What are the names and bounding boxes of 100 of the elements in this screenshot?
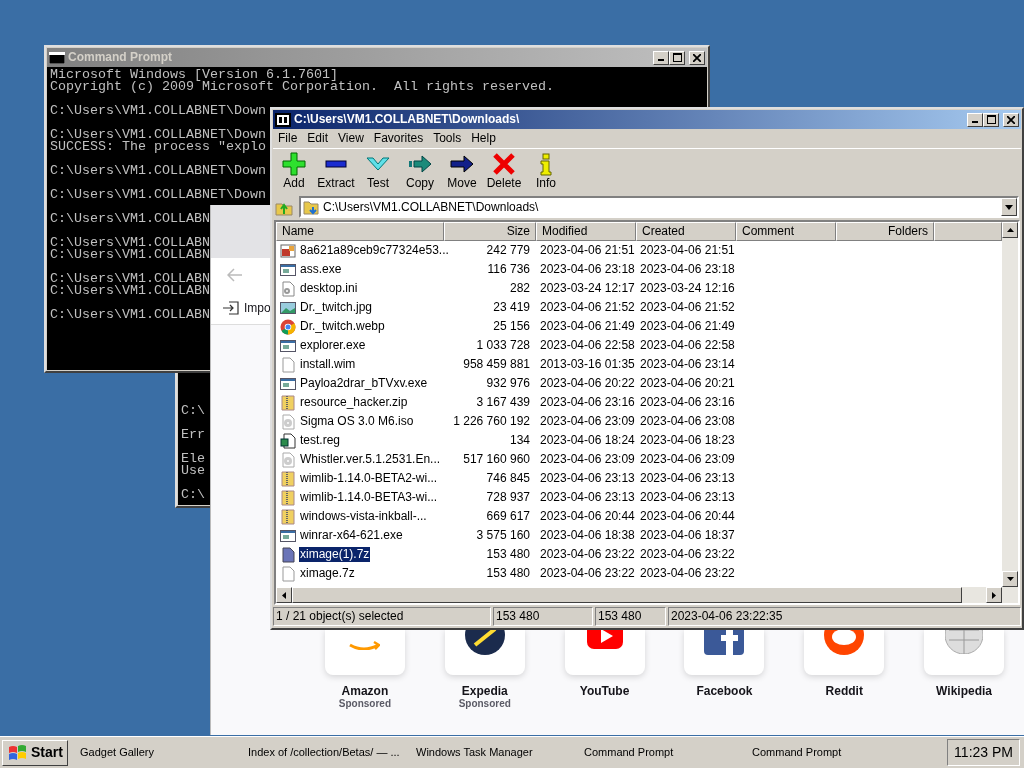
file-name[interactable]: test.reg	[299, 433, 342, 448]
menu-item[interactable]: Edit	[302, 131, 334, 146]
taskbar-item[interactable]: Gadget Gallery	[76, 739, 244, 766]
date-cell: 2023-04-06 22:58	[540, 338, 635, 353]
file-name[interactable]: resource_hacker.zip	[299, 395, 409, 410]
toolbar-button[interactable]: Extract	[315, 152, 357, 191]
menu-item[interactable]: View	[333, 131, 369, 146]
taskbar-item[interactable]: Command Prompt	[580, 739, 748, 766]
file-name[interactable]: 8a621a89ceb9c77324e53...	[299, 243, 450, 258]
file-name[interactable]: windows-vista-inkball-...	[299, 509, 428, 524]
shortcut-tile[interactable]	[564, 629, 645, 675]
date-cell: 2023-04-06 23:13	[640, 471, 735, 486]
date-cell: 2023-04-06 21:49	[540, 319, 635, 334]
console-line: Copyright (c) 2009 Microsoft Corporation. All rights reserved.	[50, 81, 554, 93]
file-name[interactable]: Payloa2drar_bTVxv.exe	[299, 376, 429, 391]
menu-item[interactable]: Favorites	[368, 131, 429, 146]
date-cell: 2023-04-06 23:14	[640, 357, 735, 372]
column-header[interactable]: Comment	[736, 222, 836, 241]
blank-file-icon	[280, 565, 296, 582]
shortcut-tile[interactable]	[924, 629, 1005, 675]
file-size: 746 845	[486, 471, 530, 486]
file-name[interactable]: Dr._twitch.webp	[299, 319, 386, 334]
menu-item[interactable]: File	[273, 131, 303, 146]
file-name[interactable]: winrar-x64-621.exe	[299, 528, 404, 543]
left-arrow-icon	[282, 591, 286, 599]
file-name[interactable]: ximage(1).7z	[299, 547, 371, 562]
smile-arrow-icon	[349, 640, 381, 650]
date-cell: 2023-04-06 23:09	[540, 452, 635, 467]
minimize-button[interactable]	[653, 50, 669, 65]
toolbar-button[interactable]: Delete	[483, 152, 525, 191]
import-icon	[223, 301, 239, 315]
file-name[interactable]: wimlib-1.14.0-BETA2-wi...	[299, 471, 439, 486]
menu-item[interactable]: Tools	[428, 131, 467, 146]
scroll-down-button[interactable]	[1002, 571, 1018, 587]
date-cell: 2023-04-06 23:13	[540, 471, 635, 486]
bookmark-link[interactable]: Impo	[223, 300, 271, 316]
scroll-right-button[interactable]	[986, 587, 1002, 603]
maximize-icon	[986, 115, 996, 124]
date-cell: 2023-04-06 21:49	[640, 319, 735, 334]
close-button[interactable]	[689, 50, 705, 65]
date-cell: 2023-04-06 23:22	[540, 566, 635, 581]
column-header[interactable]: Size	[444, 222, 536, 241]
toolbar-button[interactable]: Move	[441, 152, 483, 191]
caret-icon	[1005, 204, 1013, 210]
clock: 11:23 PM	[947, 739, 1020, 766]
close-icon	[693, 53, 701, 62]
address-field[interactable]: C:\Users\VM1.COLLABNET\Downloads\	[299, 196, 1019, 218]
scroll-up-button[interactable]	[1002, 222, 1018, 238]
file-name[interactable]: Whistler.ver.5.1.2531.En...	[299, 452, 442, 467]
toolbar-button[interactable]: Info	[525, 152, 567, 191]
maximize-button[interactable]	[669, 50, 685, 65]
file-name[interactable]: wimlib-1.14.0-BETA3-wi...	[299, 490, 439, 505]
minimize-icon	[972, 120, 978, 123]
dropdown-button[interactable]	[1001, 198, 1017, 216]
shortcut-tile[interactable]	[804, 629, 885, 675]
disc-file-icon	[280, 451, 296, 468]
column-header[interactable]: Modified	[536, 222, 636, 241]
shortcut-tile[interactable]	[444, 629, 525, 675]
toolbar-button[interactable]: Test	[357, 152, 399, 191]
taskbar-item[interactable]: Command Prompt	[748, 739, 916, 766]
file-name[interactable]: desktop.ini	[299, 281, 359, 296]
maximize-icon	[672, 53, 682, 62]
date-cell: 2023-04-06 23:13	[640, 490, 735, 505]
column-header[interactable]: Created	[636, 222, 736, 241]
file-name[interactable]: Dr._twitch.jpg	[299, 300, 374, 315]
file-name[interactable]: Sigma OS 3.0 M6.iso	[299, 414, 415, 429]
file-size: 3 167 439	[476, 395, 530, 410]
toolbar-button[interactable]: Copy	[399, 152, 441, 191]
disc-file-icon	[280, 413, 296, 430]
date-cell: 2023-04-06 23:16	[540, 395, 635, 410]
date-cell: 2023-04-06 18:37	[640, 528, 735, 543]
column-header[interactable]: Name	[276, 222, 444, 241]
shortcut-title: Amazon	[341, 684, 389, 699]
console-line: C:\	[181, 489, 205, 501]
scroll-left-button[interactable]	[276, 587, 292, 603]
maximize-button[interactable]	[983, 112, 999, 127]
right-arrow-icon	[992, 591, 996, 599]
close-icon	[1007, 115, 1015, 124]
console-line: Use	[181, 465, 205, 477]
zip-folder-icon	[280, 508, 296, 525]
console-line: C:\Users\VM1.COLLABNET\Down	[50, 129, 266, 141]
file-name[interactable]: install.wim	[299, 357, 357, 372]
date-cell: 2023-04-06 21:51	[640, 243, 735, 258]
shortcut-tile[interactable]	[684, 629, 765, 675]
date-cell: 2023-03-24 12:16	[640, 281, 735, 296]
date-cell: 2023-04-06 20:22	[540, 376, 635, 391]
column-header[interactable]: Folders	[836, 222, 934, 241]
start-button[interactable]: Start	[2, 739, 68, 766]
file-name[interactable]: explorer.exe	[299, 338, 367, 353]
file-name[interactable]: ass.exe	[299, 262, 343, 277]
shortcut-tile[interactable]	[324, 629, 405, 675]
taskbar-item[interactable]: Windows Task Manager	[412, 739, 580, 766]
console-icon	[49, 51, 65, 64]
taskbar-item[interactable]: Index of /collection/Betas/ — ...	[244, 739, 412, 766]
minimize-button[interactable]	[967, 112, 983, 127]
close-button[interactable]	[1003, 112, 1019, 127]
file-name[interactable]: ximage.7z	[299, 566, 356, 581]
status-panel: 153 480	[493, 607, 593, 626]
toolbar-button[interactable]: Add	[273, 152, 315, 191]
menu-item[interactable]: Help	[466, 131, 501, 146]
